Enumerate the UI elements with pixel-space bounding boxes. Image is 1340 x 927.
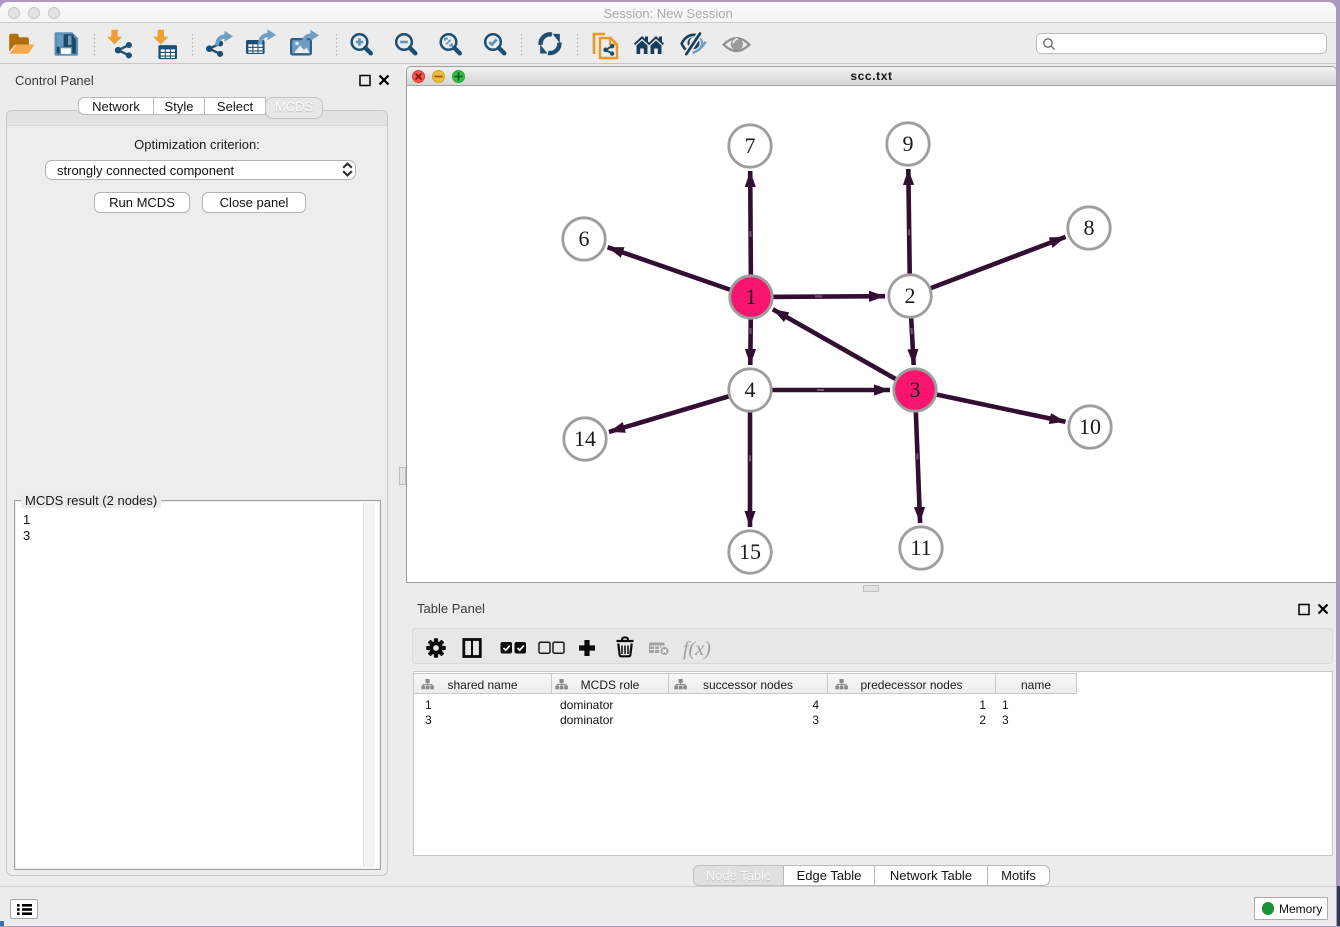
svg-text:2: 2 xyxy=(905,283,916,308)
svg-text:10: 10 xyxy=(1079,414,1101,439)
svg-text:7: 7 xyxy=(745,133,756,158)
svg-text:4: 4 xyxy=(745,377,756,402)
svg-text:14: 14 xyxy=(574,426,596,451)
svg-text:6: 6 xyxy=(579,226,590,251)
svg-text:15: 15 xyxy=(739,539,761,564)
svg-text:11: 11 xyxy=(910,535,931,560)
svg-text:9: 9 xyxy=(903,131,914,156)
svg-text:1: 1 xyxy=(746,284,757,309)
svg-text:f(x): f(x) xyxy=(683,638,711,660)
svg-text:3: 3 xyxy=(910,377,921,402)
svg-text:8: 8 xyxy=(1084,215,1095,240)
